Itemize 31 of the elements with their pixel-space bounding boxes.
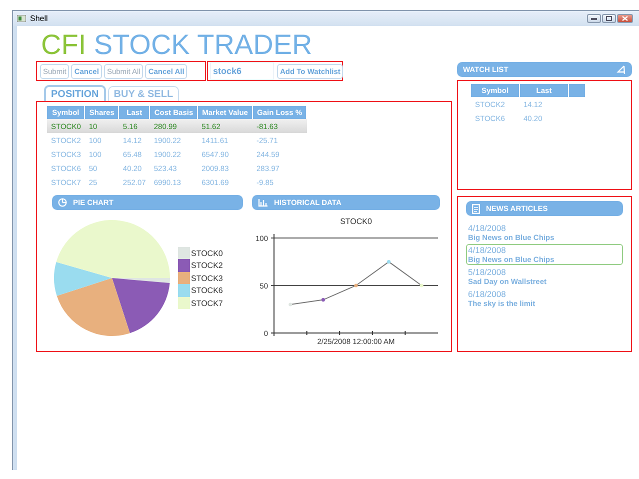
legend-label: STOCK0: [191, 248, 223, 258]
corner-icon: [615, 64, 626, 74]
maximize-icon: [606, 16, 612, 21]
data-point: [354, 284, 358, 288]
data-point: [321, 298, 325, 302]
close-button[interactable]: [617, 14, 633, 23]
document-icon: [472, 204, 480, 214]
minimize-button[interactable]: [587, 14, 601, 23]
news-date: 4/18/2008: [468, 223, 507, 233]
data-point: [288, 302, 292, 306]
maximize-button[interactable]: [602, 14, 616, 23]
window-icon: [17, 15, 26, 22]
minimize-icon: [591, 17, 597, 20]
legend-label: STOCK3: [191, 274, 223, 282]
legend-label: STOCK2: [191, 261, 223, 270]
symbol-input-field[interactable]: stock6: [210, 62, 274, 80]
close-icon: [622, 16, 628, 21]
chart-title: STOCK0: [340, 217, 372, 226]
news-date: 4/18/2008: [468, 245, 507, 255]
tab[interactable]: POSITION: [44, 85, 106, 101]
news-date: 5/18/2008: [468, 267, 507, 277]
legend-label: STOCK7: [191, 298, 223, 308]
data-point: [420, 284, 424, 288]
news-date: 6/18/2008: [468, 289, 507, 299]
tab[interactable]: BUY & SELL: [108, 86, 180, 101]
bar-chart-icon: [258, 198, 268, 206]
window-title: Shell: [30, 14, 48, 23]
legend-label: STOCK6: [191, 286, 223, 295]
pie-icon: [58, 198, 67, 207]
data-point: [387, 260, 391, 264]
app-title: CFI STOCK TRADER: [41, 30, 314, 61]
